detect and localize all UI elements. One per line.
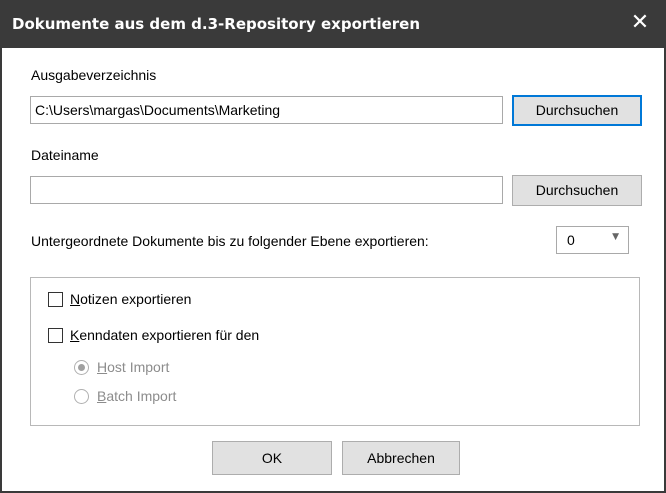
dialog-title: Dokumente aus dem d.3-Repository exporti… xyxy=(12,15,421,33)
export-dialog: Dokumente aus dem d.3-Repository exporti… xyxy=(0,0,666,493)
ok-button[interactable]: OK xyxy=(212,441,332,475)
batch-import-radio[interactable] xyxy=(74,389,89,404)
filename-input[interactable] xyxy=(30,176,503,204)
sublevel-label: Untergeordnete Dokumente bis zu folgende… xyxy=(31,233,429,249)
output-dir-browse-label: Durchsuchen xyxy=(535,102,619,118)
ok-button-label: OK xyxy=(261,450,283,466)
batch-import-label[interactable]: Batch Import xyxy=(97,388,176,404)
filename-browse-label: Durchsuchen xyxy=(535,182,619,198)
close-icon[interactable]: ✕ xyxy=(628,10,652,36)
filename-label: Dateiname xyxy=(31,147,99,163)
notes-checkbox[interactable] xyxy=(48,292,63,307)
cancel-button[interactable]: Abbrechen xyxy=(342,441,460,475)
keydata-label[interactable]: Kenndaten exportieren für den xyxy=(70,327,259,343)
cancel-button-label: Abbrechen xyxy=(367,450,435,466)
chevron-down-icon: ▼ xyxy=(612,232,619,242)
sublevel-dropdown[interactable]: 0 ▼ xyxy=(556,226,629,254)
output-dir-input[interactable] xyxy=(30,96,503,124)
output-dir-label: Ausgabeverzeichnis xyxy=(31,67,157,83)
notes-label[interactable]: Notizen exportieren xyxy=(70,291,191,307)
host-import-radio[interactable] xyxy=(74,360,89,375)
keydata-checkbox[interactable] xyxy=(48,328,63,343)
title-bar: Dokumente aus dem d.3-Repository exporti… xyxy=(2,0,664,48)
filename-browse-button[interactable]: Durchsuchen xyxy=(512,175,642,206)
radio-selected-dot xyxy=(78,364,85,371)
host-import-label[interactable]: Host Import xyxy=(97,359,169,375)
sublevel-value: 0 xyxy=(567,232,575,248)
output-dir-browse-button[interactable]: Durchsuchen xyxy=(512,95,642,126)
